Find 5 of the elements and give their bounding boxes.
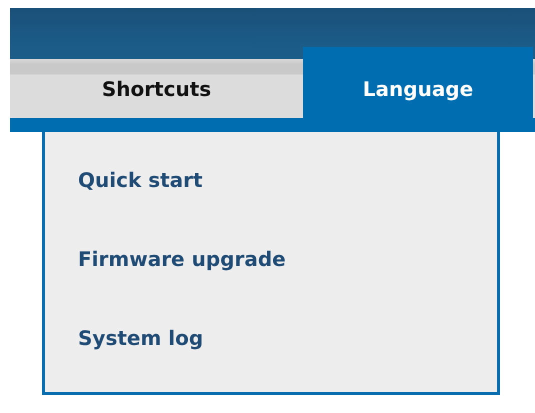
- menu-item[interactable]: System log: [78, 326, 204, 350]
- tab[interactable]: Shortcuts: [10, 59, 303, 118]
- menu-item[interactable]: Quick start: [78, 168, 203, 192]
- tab[interactable]: Language: [303, 47, 533, 118]
- menu-item[interactable]: Firmware upgrade: [78, 246, 286, 271]
